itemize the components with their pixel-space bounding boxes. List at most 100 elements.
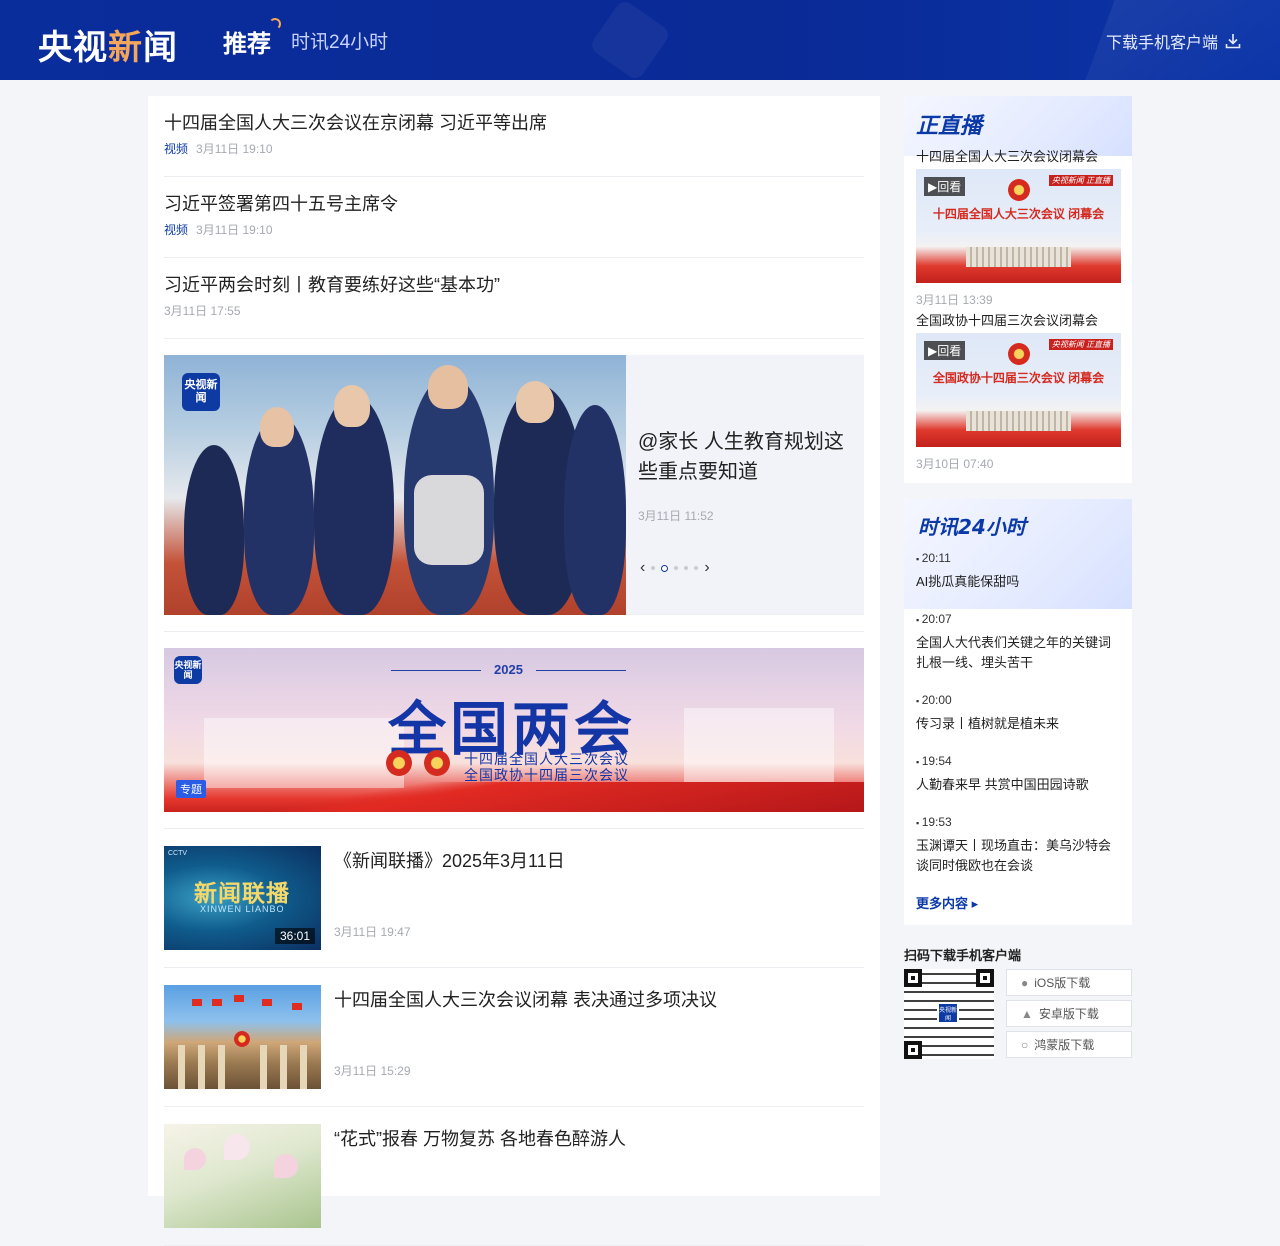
photo-detail <box>184 445 244 615</box>
qr-finder <box>976 969 994 987</box>
live-event-title[interactable]: 全国政协十四届三次会议闭幕会 <box>916 310 1098 329</box>
item-time: 20:00 <box>916 693 1121 707</box>
button-label: iOS版下载 <box>1034 976 1091 990</box>
photo-detail <box>262 999 272 1006</box>
list-item[interactable]: 20:00 传习录丨植树就是植未来 <box>916 693 1121 754</box>
live-title[interactable]: 正直播 <box>916 108 982 140</box>
more-content-link[interactable]: 更多内容 ▸ <box>916 893 978 912</box>
news-time: 3月11日 19:10 <box>196 223 273 237</box>
list-item[interactable]: 19:54 人勤春来早 共赏中国田园诗歌 <box>916 754 1121 815</box>
cppcc-emblem-icon <box>424 750 450 776</box>
live-event-time: 3月10日 07:40 <box>916 457 994 471</box>
video-title[interactable]: 十四届全国人大三次会议闭幕 表决通过多项决议 <box>334 986 717 1012</box>
site-logo[interactable]: 央视新闻 <box>38 20 178 69</box>
photo-detail <box>224 1134 250 1160</box>
pager-dot-active[interactable] <box>661 564 669 572</box>
active-indicator <box>269 18 281 30</box>
item-text[interactable]: 全国人大代表们关键之年的关键词 扎根一线、埋头苦干 <box>916 633 1121 673</box>
topic-banner-wrapper: 央视新闻 2025 全国两会 十四届全国人大三次会议 全国政协十四届三次会议 专… <box>164 631 864 829</box>
app-download-section: 扫码下载手机客户端 央视新闻 ● iOS版下载 ▲ 安卓版下载 ○ 鸿蒙版下载 <box>904 945 1132 1065</box>
photo-detail <box>274 1154 298 1178</box>
news-item[interactable]: 习近平签署第四十五号主席令 视频 3月11日 19:10 <box>164 177 864 258</box>
pager-dot[interactable] <box>651 566 656 570</box>
download-app-link[interactable]: 下载手机客户端 <box>1106 29 1242 53</box>
item-text[interactable]: 玉渊谭天丨现场直击：美乌沙特会谈同时俄欧也在会谈 <box>916 836 1121 876</box>
video-thumbnail[interactable] <box>164 1124 321 1228</box>
photo-detail <box>184 1148 206 1170</box>
tab-recommend-label: 推荐 <box>223 31 271 58</box>
pager-dot[interactable] <box>684 566 689 570</box>
news-title[interactable]: 十四届全国人大三次会议在京闭幕 习近平等出席 <box>164 112 864 134</box>
banner-year: 2025 <box>391 662 626 677</box>
video-item[interactable]: CCTV 新闻联播 XINWEN LIANBO 36:01 《新闻联播》2025… <box>164 829 864 968</box>
banner-building <box>684 708 834 788</box>
cctv-news-badge: 央视新闻 <box>182 373 220 411</box>
next-arrow-icon[interactable]: › <box>704 559 709 577</box>
live-tag: 央视新闻 正直播 <box>1048 175 1113 186</box>
thumbnail-caption: 十四届全国人大三次会议 闭幕会 <box>932 207 1105 221</box>
video-item[interactable]: “花式”报春 万物复苏 各地春色醉游人 <box>164 1107 864 1246</box>
news-meta: 视频 3月11日 19:10 <box>164 140 864 157</box>
news-meta: 3月11日 17:55 <box>164 302 864 319</box>
prev-arrow-icon[interactable]: ‹ <box>640 559 645 577</box>
live-event-thumbnail[interactable]: ▶回看 央视新闻 正直播 十四届全国人大三次会议 闭幕会 <box>916 169 1121 283</box>
tab-recommend[interactable]: 推荐 <box>223 18 281 59</box>
news-title[interactable]: 习近平签署第四十五号主席令 <box>164 193 864 215</box>
topic-banner[interactable]: 央视新闻 2025 全国两会 十四届全国人大三次会议 全国政协十四届三次会议 专… <box>164 648 864 812</box>
photo-detail <box>192 999 202 1006</box>
live-event-thumbnail[interactable]: ▶回看 央视新闻 正直播 全国政协十四届三次会议 闭幕会 <box>916 333 1121 447</box>
android-icon: ▲ <box>1021 1006 1033 1021</box>
news-item[interactable]: 习近平两会时刻丨教育要练好这些“基本功” 3月11日 17:55 <box>164 258 864 339</box>
topic-tag: 专题 <box>176 780 206 798</box>
android-download-button[interactable]: ▲ 安卓版下载 <box>1006 1000 1132 1027</box>
carousel-image[interactable]: 央视新闻 <box>164 355 626 615</box>
news-24h-list: 20:11 AI挑瓜真能保甜吗 20:07 全国人大代表们关键之年的关键词 扎根… <box>916 551 1121 896</box>
video-time: 3月11日 15:29 <box>334 1064 411 1078</box>
button-label: 安卓版下载 <box>1038 1007 1099 1021</box>
carousel-title[interactable]: @家长 人生教育规划这些重点要知道 <box>638 427 858 487</box>
item-time: 20:07 <box>916 612 1121 626</box>
video-tag: 视频 <box>164 142 189 156</box>
thumbnail-building <box>966 411 1071 431</box>
carousel-time: 3月11日 11:52 <box>638 509 714 523</box>
item-text[interactable]: AI挑瓜真能保甜吗 <box>916 572 1121 592</box>
live-event-title[interactable]: 十四届全国人大三次会议闭幕会 <box>916 146 1098 165</box>
video-thumbnail[interactable] <box>164 985 321 1089</box>
cctv-logo: CCTV <box>168 850 188 857</box>
photo-detail <box>218 1045 225 1089</box>
news-item[interactable]: 十四届全国人大三次会议在京闭幕 习近平等出席 视频 3月11日 19:10 <box>164 96 864 177</box>
news-time: 3月11日 19:10 <box>196 142 273 156</box>
ios-download-button[interactable]: ● iOS版下载 <box>1006 969 1132 996</box>
list-item[interactable]: 20:07 全国人大代表们关键之年的关键词 扎根一线、埋头苦干 <box>916 612 1121 693</box>
item-time: 20:11 <box>916 551 1121 565</box>
cctv-news-badge: 央视新闻 <box>174 656 202 684</box>
qr-logo: 央视新闻 <box>937 1002 959 1024</box>
thumbnail-subtitle: XINWEN LIANBO <box>200 904 285 914</box>
qr-code: 央视新闻 <box>904 969 994 1059</box>
news-24h-title[interactable]: 时讯24小时 <box>918 511 1026 540</box>
carousel-caption: @家长 人生教育规划这些重点要知道 3月11日 11:52 <box>638 427 858 524</box>
main-feed: 十四届全国人大三次会议在京闭幕 习近平等出席 视频 3月11日 19:10 习近平… <box>148 96 880 1246</box>
photo-detail <box>334 385 370 427</box>
photo-detail <box>198 1045 205 1089</box>
carousel-pager: ‹ › <box>640 559 710 577</box>
harmony-download-button[interactable]: ○ 鸿蒙版下载 <box>1006 1031 1132 1058</box>
photo-detail <box>234 995 244 1002</box>
tab-24h[interactable]: 时讯24小时 <box>291 27 388 54</box>
thumbnail-building <box>966 247 1071 267</box>
news-title[interactable]: 习近平两会时刻丨教育要练好这些“基本功” <box>164 274 864 296</box>
item-text[interactable]: 传习录丨植树就是植未来 <box>916 714 1121 734</box>
thumbnail-title: 新闻联播 <box>194 881 290 907</box>
item-text[interactable]: 人勤春来早 共赏中国田园诗歌 <box>916 775 1121 795</box>
video-thumbnail[interactable]: CCTV 新闻联播 XINWEN LIANBO 36:01 <box>164 846 321 950</box>
video-title[interactable]: 《新闻联播》2025年3月11日 <box>334 847 565 873</box>
list-item[interactable]: 20:11 AI挑瓜真能保甜吗 <box>916 551 1121 612</box>
national-emblem-icon <box>386 750 412 776</box>
live-tag: 央视新闻 正直播 <box>1048 339 1113 350</box>
list-item[interactable]: 19:53 玉渊谭天丨现场直击：美乌沙特会谈同时俄欧也在会谈 <box>916 815 1121 896</box>
pager-dot[interactable] <box>674 566 679 570</box>
download-title: 扫码下载手机客户端 <box>904 948 1022 963</box>
pager-dot[interactable] <box>694 566 699 570</box>
video-title[interactable]: “花式”报春 万物复苏 各地春色醉游人 <box>334 1125 626 1151</box>
video-item[interactable]: 十四届全国人大三次会议闭幕 表决通过多项决议 3月11日 15:29 <box>164 968 864 1107</box>
